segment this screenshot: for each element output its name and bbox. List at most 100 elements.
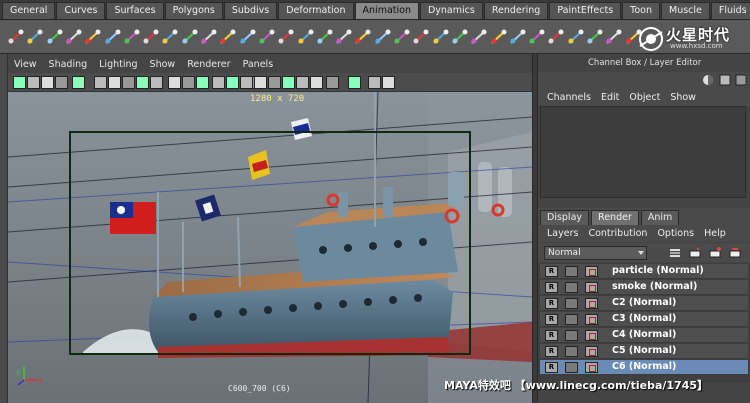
new-layer-from-selection-icon[interactable] [708,246,722,260]
smooth-shade-icon[interactable] [168,76,181,89]
layer-menu-layers[interactable]: Layers [542,228,583,239]
layer-row[interactable]: Rsmoke (Normal) [540,280,748,295]
viewport-menu-panels[interactable]: Panels [237,59,280,70]
path-icon[interactable] [141,27,161,47]
wrinkle-icon[interactable] [373,27,393,47]
resolution-gate-icon[interactable] [108,76,121,89]
layer-row[interactable]: R C6 (Normal) [540,360,748,375]
viewport-menu-view[interactable]: View [8,59,43,70]
layer-row[interactable]: R C5 (Normal) [540,344,748,359]
layer-pass-icon[interactable] [565,330,578,341]
display-icon[interactable] [254,76,267,89]
orient-icon[interactable] [257,27,277,47]
grid-icon[interactable] [508,27,528,47]
face-icon[interactable] [431,27,451,47]
shelf-tab-fluids[interactable]: Fluids [710,2,750,19]
component-icon[interactable] [382,76,395,89]
box-icon[interactable] [240,76,253,89]
shelf-tab-curves[interactable]: Curves [56,2,106,19]
layer-pass-icon[interactable] [565,266,578,277]
muscle-icon[interactable] [469,27,489,47]
viewport-menu-show[interactable]: Show [144,59,182,70]
tab-anim[interactable]: Anim [640,210,680,225]
layer-pass-icon[interactable] [565,314,578,325]
wrap-icon[interactable] [489,27,509,47]
shelf-tab-subdivs[interactable]: Subdivs [223,2,278,19]
star-icon[interactable] [566,27,586,47]
layer-mode-dropdown[interactable]: Normal [544,246,647,260]
cluster-icon[interactable] [218,27,238,47]
leaf-icon[interactable] [546,27,566,47]
render-settings-icon[interactable] [585,282,598,293]
render-settings-icon[interactable] [585,330,598,341]
layer-menu-contribution[interactable]: Contribution [583,228,652,239]
joint-icon[interactable] [64,27,84,47]
ambient-icon[interactable] [310,76,323,89]
paint-weights-icon[interactable] [450,27,470,47]
gate-mask-icon[interactable] [122,76,135,89]
camera-attributes-icon[interactable] [27,76,40,89]
hinge-icon[interactable] [585,27,605,47]
layer-pass-icon[interactable] [565,362,578,373]
blend-icon[interactable] [334,27,354,47]
aim-icon[interactable] [296,27,316,47]
head-icon[interactable] [411,27,431,47]
snap-icon[interactable] [348,76,361,89]
key-set-icon[interactable] [6,27,26,47]
shelf-tab-toon[interactable]: Toon [622,2,660,19]
constraint-icon[interactable] [160,27,180,47]
flat-sphere-icon[interactable] [296,76,309,89]
channel-box-menu-channels[interactable]: Channels [542,92,596,103]
wire-icon[interactable] [353,27,373,47]
grid-icon[interactable] [72,76,85,89]
render-settings-icon[interactable] [585,346,598,357]
lights-icon[interactable] [196,76,209,89]
shelf-tab-dynamics[interactable]: Dynamics [419,2,483,19]
shelf-tab-rendering[interactable]: Rendering [483,2,549,19]
viewport-menu-shading[interactable]: Shading [43,59,94,70]
render-visibility-icon[interactable]: R [545,346,558,357]
channel-box-menu-show[interactable]: Show [665,92,701,103]
layer-stack-icon[interactable] [668,246,682,260]
image-plane-icon[interactable] [55,76,68,89]
viewport-menu-renderer[interactable]: Renderer [181,59,236,70]
layer-pass-icon[interactable] [565,346,578,357]
mirror-joint-icon[interactable] [83,27,103,47]
shelf-tab-deformation[interactable]: Deformation [278,2,354,19]
xray-joint-icon[interactable] [368,76,381,89]
render-visibility-icon[interactable]: R [545,282,558,293]
xray-icon[interactable] [212,76,225,89]
layer-row[interactable]: R C4 (Normal) [540,328,748,343]
ik-spline-icon[interactable] [45,27,65,47]
viewport-menu-lighting[interactable]: Lighting [93,59,143,70]
render-settings-icon[interactable] [585,314,598,325]
shelf-tab-surfaces[interactable]: Surfaces [106,2,164,19]
pole-icon[interactable] [315,27,335,47]
layer-options-icon[interactable] [728,246,742,260]
deformer-icon[interactable] [180,27,200,47]
bookmark-icon[interactable] [41,76,54,89]
shelf-tab-painteffects[interactable]: PaintEffects [549,2,622,19]
channel-box-menu-edit[interactable]: Edit [596,92,624,103]
ik-handle-icon[interactable] [25,27,45,47]
lattice-icon[interactable] [199,27,219,47]
attribute-editor-icon[interactable] [718,73,732,87]
scale-icon[interactable] [276,27,296,47]
cube-icon[interactable] [226,76,239,89]
shelf-tab-general[interactable]: General [2,2,56,19]
wireframe-icon[interactable] [150,76,163,89]
tab-display[interactable]: Display [540,210,590,225]
bind-skin-icon[interactable] [122,27,142,47]
layer-menu-help[interactable]: Help [699,228,731,239]
shaded-sphere-icon[interactable] [282,76,295,89]
new-layer-icon[interactable] [688,246,702,260]
brush-icon[interactable] [527,27,547,47]
constraint-b-icon[interactable] [624,27,644,47]
layer-pass-icon[interactable] [565,298,578,309]
render-settings-icon[interactable] [585,362,598,373]
channel-box-mode-icon[interactable] [701,73,715,87]
cross-icon[interactable] [604,27,624,47]
tab-render[interactable]: Render [591,210,639,225]
render-settings-icon[interactable] [585,266,598,277]
render-icon[interactable] [326,76,339,89]
